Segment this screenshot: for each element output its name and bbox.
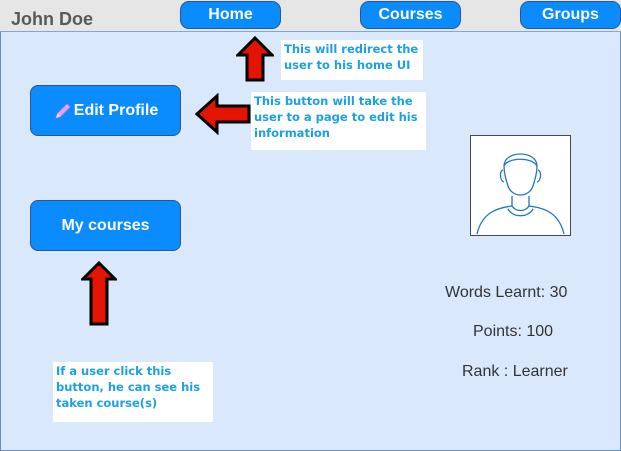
edit-profile-annotation: This button will take the user to a page… — [251, 92, 426, 150]
courses-button[interactable]: Courses — [360, 1, 461, 29]
rank-stat: Rank : Learner — [462, 363, 568, 380]
red-arrow-icon — [236, 36, 274, 82]
points-stat: Points: 100 — [473, 323, 554, 340]
courses-button-label: Courses — [378, 6, 443, 23]
red-arrow-icon — [195, 93, 251, 135]
home-button-label: Home — [208, 6, 253, 23]
profile-picture — [470, 135, 571, 236]
my-courses-annotation: If a user click this button, he can see … — [53, 362, 213, 422]
edit-profile-button[interactable]: Edit Profile — [30, 85, 181, 136]
edit-profile-label: Edit Profile — [73, 101, 159, 119]
groups-button[interactable]: Groups — [520, 1, 621, 29]
pencil-icon — [55, 102, 71, 119]
my-courses-label: My courses — [61, 216, 150, 234]
user-name: John Doe — [11, 9, 94, 29]
my-courses-button[interactable]: My courses — [30, 200, 181, 251]
red-arrow-icon — [81, 261, 117, 326]
user-avatar-icon — [476, 153, 565, 235]
words-learnt-stat: Words Learnt: 30 — [445, 284, 568, 301]
home-annotation: This will redirect the user to his home … — [281, 40, 423, 80]
groups-button-label: Groups — [542, 6, 599, 23]
home-button[interactable]: Home — [180, 1, 281, 29]
